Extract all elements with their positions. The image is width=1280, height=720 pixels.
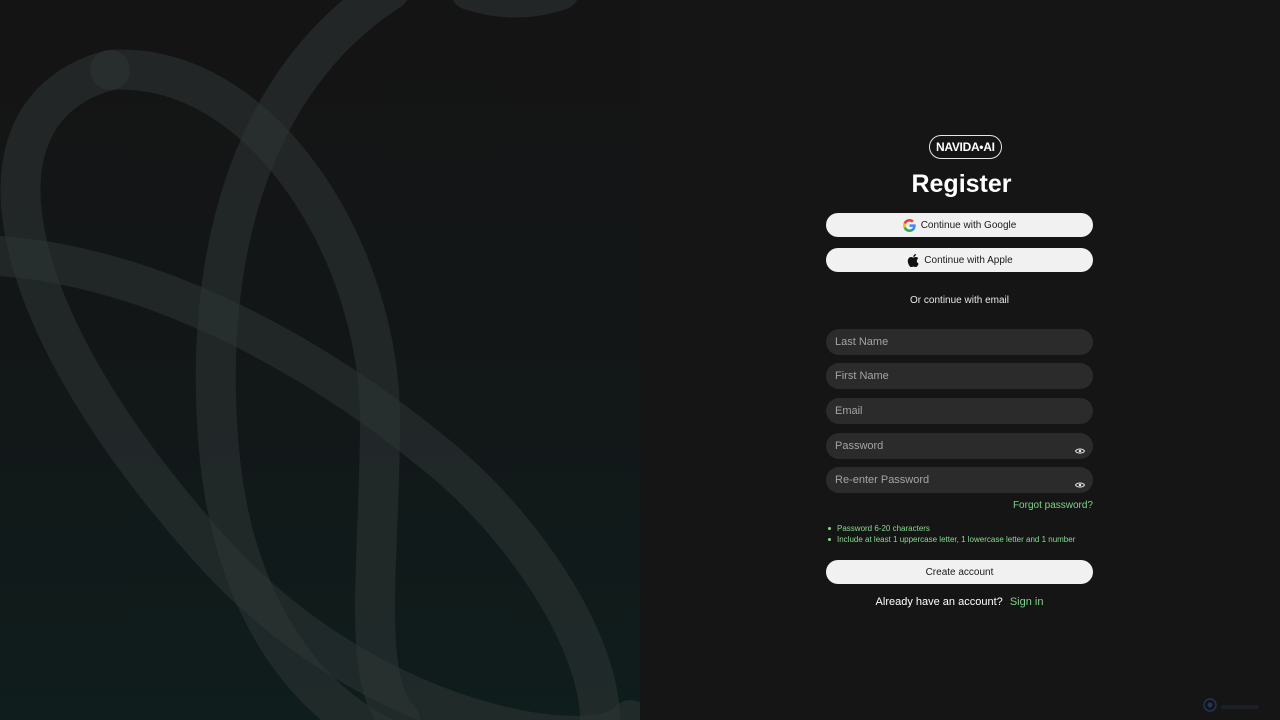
- brand-logo: NAVIDA•AI: [929, 135, 1002, 159]
- signin-prompt-row: Already have an account? Sign in: [826, 596, 1093, 608]
- first-name-input[interactable]: [826, 363, 1093, 389]
- decorative-orbit-lines: [0, 0, 640, 720]
- first-name-field: [826, 363, 1093, 389]
- continue-with-apple-label: Continue with Apple: [924, 254, 1013, 266]
- corner-badge[interactable]: [1203, 697, 1263, 717]
- password-rule-item: Include at least 1 uppercase letter, 1 l…: [826, 534, 1075, 545]
- eye-icon[interactable]: [1074, 476, 1086, 488]
- password-rules-list: Password 6-20 characters Include at leas…: [826, 523, 1075, 545]
- hero-background-panel: [0, 0, 640, 720]
- reenter-password-input[interactable]: [826, 467, 1093, 493]
- create-account-button[interactable]: Create account: [826, 560, 1093, 584]
- continue-with-apple-button[interactable]: Continue with Apple: [826, 248, 1093, 272]
- password-rule-item: Password 6-20 characters: [826, 523, 1075, 534]
- corner-badge-icon: [1203, 697, 1217, 717]
- brand-logo-text: NAVIDA•AI: [936, 140, 995, 154]
- continue-with-google-button[interactable]: Continue with Google: [826, 213, 1093, 237]
- last-name-field: [826, 329, 1093, 355]
- reenter-password-field: [826, 467, 1093, 493]
- eye-icon[interactable]: [1074, 442, 1086, 454]
- signin-prompt-text: Already have an account?: [875, 596, 1003, 608]
- password-input[interactable]: [826, 433, 1093, 459]
- page-title: Register: [911, 170, 1012, 198]
- google-logo-icon: [902, 218, 916, 232]
- corner-badge-bar: [1221, 705, 1259, 709]
- sign-in-link[interactable]: Sign in: [1010, 596, 1044, 608]
- forgot-password-link[interactable]: Forgot password?: [1013, 500, 1093, 511]
- email-input[interactable]: [826, 398, 1093, 424]
- continue-with-google-label: Continue with Google: [920, 219, 1017, 231]
- last-name-input[interactable]: [826, 329, 1093, 355]
- auth-panel: NAVIDA•AI Register Continue with Google …: [640, 0, 1280, 720]
- email-divider-text: Or continue with email: [910, 295, 1009, 306]
- password-field: [826, 433, 1093, 459]
- apple-logo-icon: [906, 253, 919, 267]
- email-field: [826, 398, 1093, 424]
